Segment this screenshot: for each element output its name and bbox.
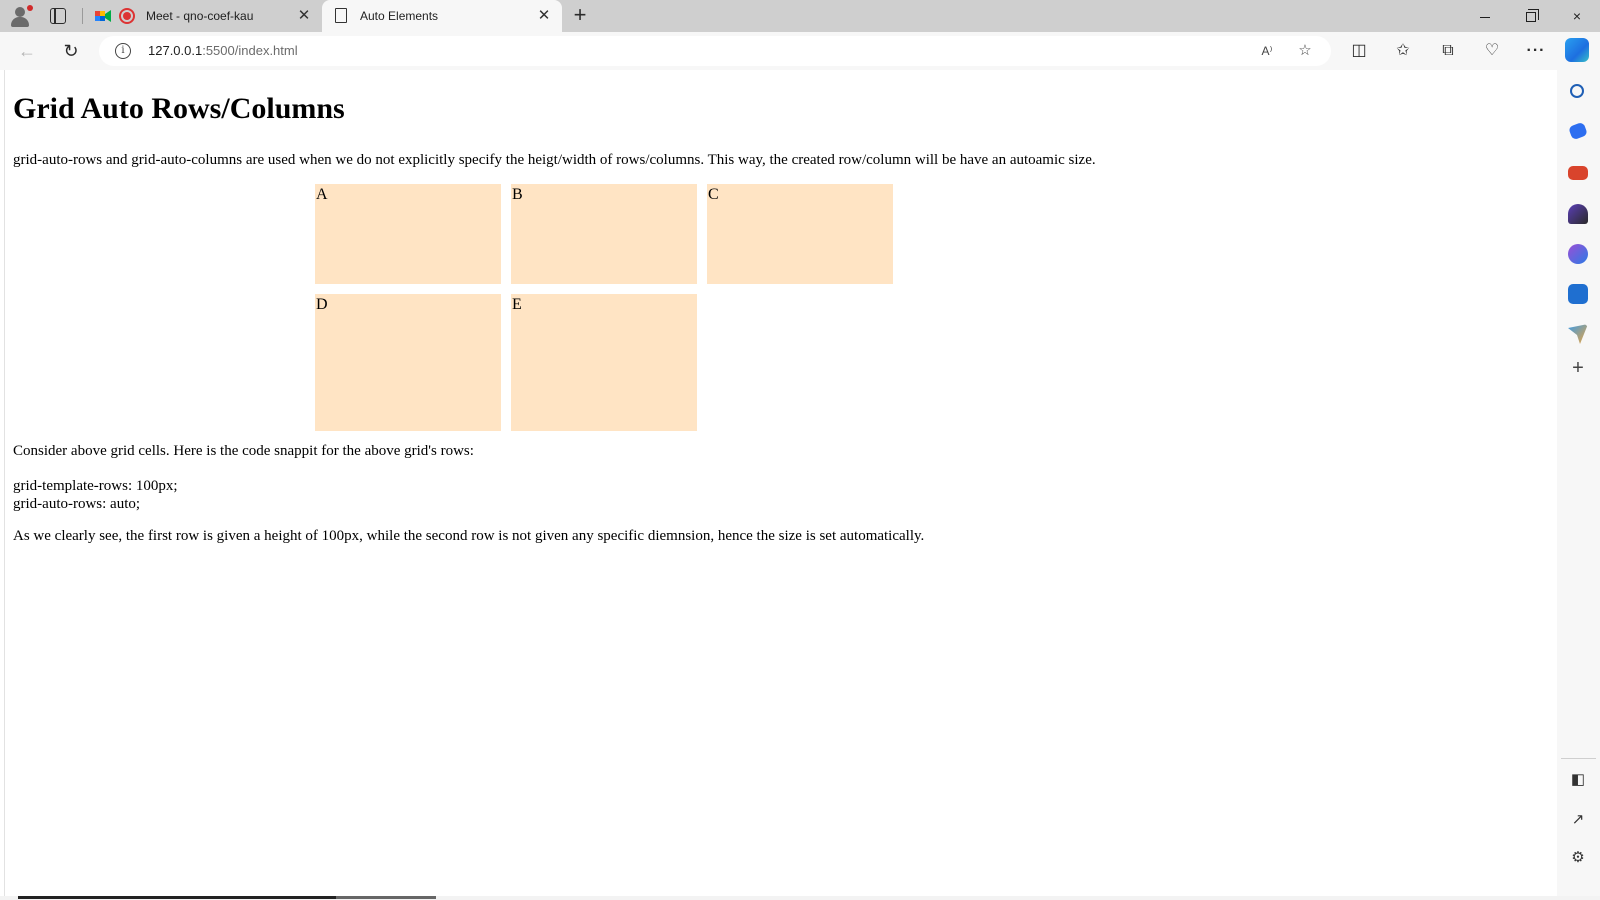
settings-icon[interactable]: ⚙ <box>1568 848 1588 868</box>
tab-meet[interactable]: Meet - qno-coef-kau ✕ <box>86 0 322 32</box>
sidebar-divider <box>1561 758 1596 759</box>
restore-button[interactable] <box>1508 0 1554 32</box>
grid-cell-a: A <box>315 184 501 284</box>
code-line: grid-template-rows: 100px; <box>13 478 178 494</box>
more-options-icon[interactable]: ··· <box>1525 40 1547 62</box>
new-tab-button[interactable]: + <box>568 4 592 28</box>
add-icon[interactable]: + <box>1568 358 1588 378</box>
browser-toolbar: ← ↻ i 127.0.0.1:5500/index.html A⁾ ☆ ◫ ✩… <box>0 32 1600 70</box>
page-heading: Grid Auto Rows/Columns <box>13 92 345 125</box>
favorites-icon[interactable]: ✩ <box>1392 40 1414 62</box>
code-line: grid-auto-rows: auto; <box>13 496 141 512</box>
copilot-icon[interactable] <box>1565 38 1589 62</box>
tab-title: Auto Elements <box>360 9 439 23</box>
performance-icon[interactable]: ♡ <box>1481 40 1503 62</box>
sidebar-panel-icon[interactable]: ◧ <box>1568 770 1588 790</box>
tab-strip: Meet - qno-coef-kau ✕ Auto Elements ✕ + … <box>0 0 1600 32</box>
games-icon[interactable] <box>1568 204 1588 224</box>
recording-icon <box>119 8 135 24</box>
tools-icon[interactable] <box>1568 166 1588 180</box>
external-link-icon[interactable]: ↗ <box>1568 810 1588 830</box>
url-text[interactable]: 127.0.0.1:5500/index.html <box>148 43 298 58</box>
grid-container: A B C D E <box>315 184 893 431</box>
tab-separator <box>82 8 83 24</box>
outlook-icon[interactable] <box>1568 284 1588 304</box>
reload-button[interactable]: ↻ <box>59 39 83 63</box>
close-tab-icon[interactable]: ✕ <box>296 8 312 24</box>
favorite-star-icon[interactable]: ☆ <box>1295 41 1315 61</box>
edge-sidebar: + ◧ ↗ ⚙ <box>1557 70 1600 896</box>
description-paragraph: grid-auto-rows and grid-auto-columns are… <box>13 152 1096 168</box>
split-screen-icon[interactable]: ◫ <box>1348 40 1370 62</box>
minimize-button[interactable] <box>1462 0 1508 32</box>
consider-paragraph: Consider above grid cells. Here is the c… <box>13 443 474 459</box>
grid-cell-c: C <box>707 184 893 284</box>
minimize-icon <box>1480 16 1490 18</box>
grid-cell-d: D <box>315 294 501 431</box>
page-icon <box>335 8 347 23</box>
code-snippet: grid-template-rows: 100px; grid-auto-row… <box>13 477 178 513</box>
collections-icon[interactable]: ⧉ <box>1437 40 1459 62</box>
close-tab-icon[interactable]: ✕ <box>536 8 552 24</box>
google-meet-icon <box>95 10 111 22</box>
search-icon[interactable] <box>1570 84 1584 98</box>
shopping-icon[interactable] <box>1568 121 1588 141</box>
tab-auto-elements[interactable]: Auto Elements ✕ <box>322 0 562 32</box>
send-icon[interactable] <box>1568 324 1588 344</box>
url-path: :5500/index.html <box>202 43 298 58</box>
page-content: Grid Auto Rows/Columns grid-auto-rows an… <box>4 70 1556 896</box>
office-icon[interactable] <box>1568 244 1588 264</box>
read-aloud-icon[interactable]: A⁾ <box>1257 41 1277 61</box>
explanation-paragraph: As we clearly see, the first row is give… <box>13 528 925 544</box>
grid-cell-e: E <box>511 294 697 431</box>
back-button[interactable]: ← <box>15 39 39 63</box>
grid-cell-b: B <box>511 184 697 284</box>
tab-title: Meet - qno-coef-kau <box>146 9 254 23</box>
address-bar[interactable]: i 127.0.0.1:5500/index.html A⁾ ☆ <box>99 36 1331 66</box>
tab-actions-icon[interactable] <box>50 8 66 24</box>
profile-icon[interactable] <box>8 4 36 28</box>
close-window-button[interactable]: × <box>1554 0 1600 32</box>
restore-icon <box>1526 9 1539 23</box>
url-host: 127.0.0.1 <box>148 43 203 58</box>
site-info-icon[interactable]: i <box>115 43 131 59</box>
taskbar-edge <box>0 896 1600 900</box>
